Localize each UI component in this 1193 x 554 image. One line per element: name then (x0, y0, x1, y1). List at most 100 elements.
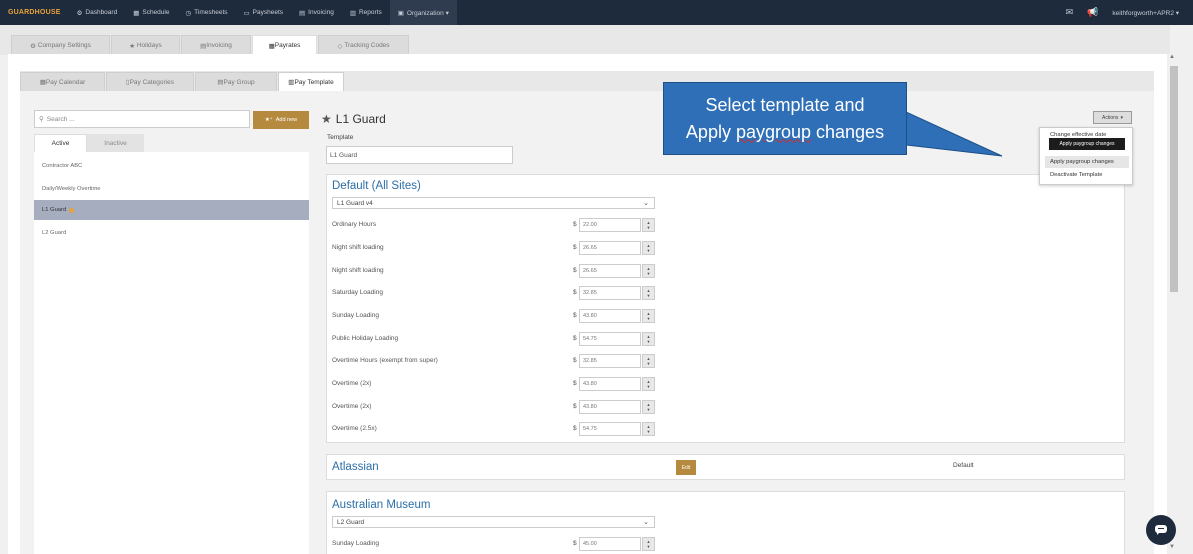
stepper-icon[interactable]: ▲ ▼ (642, 377, 655, 391)
nav-dashboard[interactable]: ⚙ Dashboard (69, 0, 126, 25)
payrate-row: Sunday Loading $ 45.00 ▲ ▼ (332, 537, 657, 551)
stepper-icon[interactable]: ▲ ▼ (642, 286, 655, 300)
rate-input[interactable]: 54.75 (579, 422, 641, 436)
payrate-row: Sunday Loading $43.80 ▲ ▼ (332, 309, 657, 323)
menu-apply-paygroup-changes[interactable]: Apply paygroup changes (1045, 156, 1129, 168)
edit-button[interactable]: Edit (676, 460, 696, 475)
tab-holidays[interactable]: ★ Holidays (111, 35, 180, 55)
payrate-row: Night shift loading $26.65 ▲ ▼ (332, 264, 657, 278)
calendar-icon: ▦ (133, 9, 140, 17)
tab-active[interactable]: Active (34, 134, 87, 152)
rate-input[interactable]: 22.00 (579, 218, 641, 232)
scrollbar[interactable]: ▲ ▼ (1167, 54, 1181, 554)
default-sites-card: Default (All Sites) L1 Guard v4 ⌄ Ordina… (326, 174, 1125, 443)
rate-input[interactable]: 32.85 (579, 286, 641, 300)
stepper-icon[interactable]: ▲ ▼ (642, 264, 655, 278)
list-item-selected[interactable]: L1 Guard (34, 200, 309, 220)
envelope-icon[interactable]: ✉ (1066, 7, 1074, 18)
payrate-row: Overtime (2x) $43.80 ▲ ▼ (332, 400, 657, 414)
template-name-input[interactable]: L1 Guard (326, 146, 513, 164)
payrate-row: Saturday Loading $32.85 ▲ ▼ (332, 286, 657, 300)
chevron-down-icon: ⌄ (643, 519, 649, 526)
list-item[interactable]: Contractor ABC (34, 156, 309, 176)
caret-down-icon: ▾ (1120, 114, 1123, 121)
money-icon: ▭ (243, 9, 250, 17)
scroll-up-icon[interactable]: ▲ (1169, 54, 1175, 60)
paygroup-select[interactable]: L2 Guard ⌄ (332, 516, 655, 528)
payrate-row: Night shift loading $26.65 ▲ ▼ (332, 241, 657, 255)
scroll-down-icon[interactable]: ▼ (1169, 544, 1175, 550)
status-dot-icon (69, 207, 75, 213)
stepper-icon[interactable]: ▲ ▼ (642, 241, 655, 255)
brand-logo[interactable]: GUARDHOUSE (8, 9, 61, 16)
top-navbar: GUARDHOUSE ⚙ Dashboard ▦ Schedule ◷ Timeshe… (0, 0, 1193, 25)
actions-menu: Change effective date Apply paygroup cha… (1039, 127, 1133, 185)
search-input[interactable]: ⚲ Search ... (34, 110, 250, 128)
actions-button[interactable]: Actions ▾ (1093, 111, 1132, 124)
rate-input[interactable]: 43.80 (579, 377, 641, 391)
rate-input[interactable]: 43.80 (579, 309, 641, 323)
stepper-icon[interactable]: ▲ ▼ (642, 309, 655, 323)
tag-icon: ◇ (337, 42, 343, 50)
nav-timesheets[interactable]: ◷ Timesheets (177, 0, 235, 25)
tab-pay-categories[interactable]: ▯ Pay Categories (106, 72, 194, 91)
star-icon[interactable]: ★ (321, 112, 332, 126)
tab-tracking-codes[interactable]: ◇ Tracking Codes (318, 35, 409, 55)
rate-input[interactable]: 54.75 (579, 332, 641, 346)
nav-schedule[interactable]: ▦ Schedule (125, 0, 177, 25)
megaphone-icon[interactable]: 📢 (1087, 7, 1098, 18)
rate-input[interactable]: 45.00 (579, 537, 641, 551)
list-item[interactable]: Daily/Weekly Overtime (34, 179, 309, 199)
tab-company-settings[interactable]: ⚙ Company Settings (11, 35, 110, 55)
rate-input[interactable]: 43.80 (579, 400, 641, 414)
stepper-icon[interactable]: ▲ ▼ (642, 354, 655, 368)
atlassian-card: Atlassian Edit Default (326, 454, 1125, 480)
invoice-icon: ▤ (299, 9, 306, 17)
status-tabs: Active Inactive (34, 134, 309, 152)
rate-input[interactable]: 32.85 (579, 354, 641, 368)
payrate-tabs: ▦ Pay Calendar ▯ Pay Categories ▤ Pay Group… (20, 71, 1154, 91)
tab-pay-calendar[interactable]: ▦ Pay Calendar (20, 72, 105, 91)
nav-invoicing[interactable]: ▤ Invoicing (291, 0, 342, 25)
nav-paysheets[interactable]: ▭ Paysheets (236, 0, 292, 25)
building-icon: ▣ (397, 9, 404, 17)
menu-deactivate-template[interactable]: Deactivate Template (1050, 172, 1102, 178)
chat-button[interactable] (1146, 515, 1176, 545)
rate-input[interactable]: 26.65 (579, 264, 641, 278)
nav-reports[interactable]: ▥ Reports (342, 0, 390, 25)
stepper-icon[interactable]: ▲ ▼ (642, 400, 655, 414)
payrate-row: Public Holiday Loading $54.75 ▲ ▼ (332, 332, 657, 346)
list-item[interactable]: L2 Guard (34, 223, 309, 243)
tab-invoicing[interactable]: ▤ Invoicing (181, 35, 251, 55)
template-title: ★ L1 Guard (321, 112, 386, 126)
payrate-row: Overtime Hours (exempt from super) $32.85… (332, 354, 657, 368)
template-label: Template (327, 134, 354, 141)
rate-input[interactable]: 26.65 (579, 241, 641, 255)
card-title: Australian Museum (332, 499, 431, 511)
tab-pay-group[interactable]: ▤ Pay Group (195, 72, 277, 91)
paygroup-select[interactable]: L1 Guard v4 ⌄ (332, 197, 655, 209)
default-label: Default (953, 462, 974, 469)
callout-line-2: Apply paygroup changes (685, 121, 885, 142)
tab-payrates[interactable]: ▦ Payrates (252, 35, 317, 55)
scroll-thumb[interactable] (1170, 66, 1178, 292)
tab-pay-template[interactable]: ▥ Pay Template (278, 72, 344, 91)
reports-icon: ▥ (349, 9, 356, 17)
stepper-icon[interactable]: ▲ ▼ (642, 537, 655, 551)
australian-museum-card: Australian Museum L2 Guard ⌄ Sunday Load… (326, 491, 1125, 554)
payrate-row: Ordinary Hours $22.00 ▲ ▼ (332, 218, 657, 232)
callout-line-1: Select template and (705, 94, 865, 115)
user-menu[interactable]: keithforgworth+APR2 ▾ (1112, 9, 1179, 17)
nav-organization[interactable]: ▣ Organization ▾ (389, 0, 457, 25)
stepper-icon[interactable]: ▲ ▼ (642, 422, 655, 436)
payrate-row: Overtime (2.5x) $54.75 ▲ ▼ (332, 422, 657, 436)
stepper-icon[interactable]: ▲ ▼ (642, 218, 655, 232)
nav-right: ✉ 📢 keithforgworth+APR2 ▾ (1066, 0, 1193, 25)
search-icon: ⚲ (39, 116, 44, 123)
tab-inactive[interactable]: Inactive (87, 134, 144, 152)
dashboard-icon: ⚙ (76, 9, 83, 17)
tooltip: Apply paygroup changes (1049, 138, 1125, 150)
chat-icon (1155, 525, 1167, 535)
add-new-button[interactable]: ★⁺ Add new (253, 111, 309, 129)
stepper-icon[interactable]: ▲ ▼ (642, 332, 655, 346)
